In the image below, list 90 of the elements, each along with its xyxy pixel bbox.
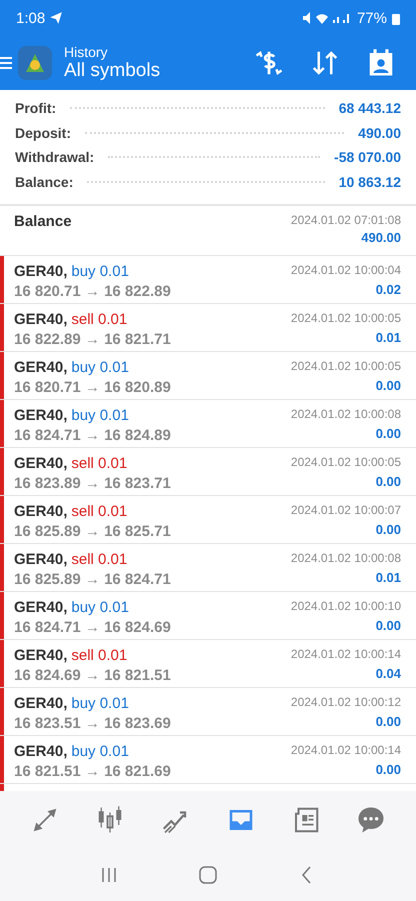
battery-icon <box>392 12 400 24</box>
trade-profit: 0.00 <box>376 474 401 489</box>
trade-row[interactable]: GER40, buy 0.01 16 824.71 → 16 824.69 2024.01.02 10:00:10 0.00 <box>0 592 416 640</box>
trade-volume: sell 0.01 <box>71 647 128 664</box>
trade-volume: buy 0.01 <box>71 263 129 280</box>
trade-row[interactable]: GER40, buy 0.01 16 820.71 → 16 820.89 2024.01.02 10:00:05 0.00 <box>0 352 416 400</box>
summary-label: Deposit: <box>15 124 71 141</box>
trade-symbol: GER40, <box>14 647 68 664</box>
trade-row[interactable]: GER40, buy 0.01 16 821.51 → 16 821.69 2024.01.02 10:00:14 0.00 <box>0 736 416 784</box>
sort-icon[interactable] <box>310 48 340 78</box>
trade-prices: 16 825.89 → 16 824.71 <box>14 571 171 588</box>
trade-time: 2024.01.02 10:00:05 <box>290 359 401 373</box>
summary-label: Profit: <box>15 100 56 116</box>
trade-profit: 0.01 <box>376 570 401 585</box>
trade-time: 2024.01.02 10:00:14 <box>290 647 401 661</box>
app-logo-icon <box>18 46 52 80</box>
trade-profit: 0.00 <box>376 522 401 537</box>
summary-value: -58 070.00 <box>334 149 401 166</box>
trade-volume: buy 0.01 <box>71 599 129 616</box>
trade-time: 2024.01.02 10:00:10 <box>290 599 401 613</box>
trade-symbol: GER40, <box>14 695 68 712</box>
summary-label: Balance: <box>15 174 74 190</box>
trade-profit: 0.00 <box>376 426 401 441</box>
trade-row[interactable]: GER40, buy 0.01 16 820.71 → 16 822.89 2024.01.02 10:00:04 0.02 <box>0 256 416 304</box>
trade-symbol: GER40, <box>14 263 68 280</box>
trade-volume: sell 0.01 <box>71 455 128 472</box>
trade-prices: 16 825.89 → 16 825.71 <box>14 523 171 540</box>
trade-profit: 0.02 <box>376 282 401 297</box>
summary-value: 68 443.12 <box>338 100 401 116</box>
trade-volume: buy 0.01 <box>71 695 129 712</box>
trade-symbol: GER40, <box>14 407 68 424</box>
trade-prices: 16 824.71 → 16 824.89 <box>14 427 171 444</box>
trade-time: 2024.01.02 10:00:08 <box>290 407 401 421</box>
trade-time: 2024.01.02 10:00:04 <box>290 263 401 277</box>
trade-time: 2024.01.02 10:00:05 <box>290 311 401 325</box>
signal-icons <box>302 11 352 25</box>
trade-row[interactable]: GER40, buy 0.01 16 823.51 → 16 823.69 2024.01.02 10:00:12 0.00 <box>0 688 416 736</box>
trade-volume: buy 0.01 <box>71 743 129 760</box>
trade-symbol: GER40, <box>14 311 68 328</box>
header-title: All symbols <box>64 60 162 82</box>
summary-value: 10 863.12 <box>338 174 401 190</box>
trade-prices: 16 824.69 → 16 821.51 <box>14 667 171 684</box>
send-icon <box>49 11 64 25</box>
trade-symbol: GER40, <box>14 743 68 760</box>
trade-volume: sell 0.01 <box>71 551 128 568</box>
entry-amount: 490.00 <box>361 230 401 245</box>
trade-row[interactable]: GER40, buy 0.01 16 824.71 → 16 824.89 2024.01.02 10:00:08 0.00 <box>0 400 416 448</box>
trade-prices: 16 823.51 → 16 823.69 <box>14 715 171 732</box>
menu-icon[interactable] <box>0 55 12 71</box>
trade-row[interactable]: GER40, sell 0.01 16 823.89 → 16 823.71 2024.01.02 10:00:05 0.00 <box>0 448 416 496</box>
trade-symbol: GER40, <box>14 551 68 568</box>
trade-volume: sell 0.01 <box>71 503 128 520</box>
trade-prices: 16 820.71 → 16 820.89 <box>14 379 171 396</box>
trade-row[interactable]: GER40, sell 0.01 16 825.89 → 16 825.71 2024.01.02 10:00:07 0.00 <box>0 496 416 544</box>
home-icon[interactable] <box>198 865 218 885</box>
trade-prices: 16 824.71 → 16 824.69 <box>14 619 171 636</box>
status-time: 1:08 <box>16 10 46 26</box>
trade-symbol: GER40, <box>14 359 68 376</box>
summary-value: 490.00 <box>358 124 401 141</box>
trade-row[interactable]: GER40, sell 0.01 16 825.89 → 16 824.71 2024.01.02 10:00:08 0.01 <box>0 544 416 592</box>
trade-profit: 0.00 <box>376 378 401 393</box>
trade-symbol: GER40, <box>14 599 68 616</box>
trade-symbol: GER40, <box>14 455 68 472</box>
trade-prices: 16 822.89 → 16 821.71 <box>14 331 171 348</box>
trade-prices: 16 821.51 → 16 821.69 <box>14 763 171 780</box>
trade-row[interactable]: GER40, sell 0.01 16 824.69 → 16 821.51 2024.01.02 10:00:14 0.04 <box>0 640 416 688</box>
trade-prices: 16 823.89 → 16 823.71 <box>14 475 171 492</box>
entry-time: 2024.01.02 07:01:08 <box>290 213 401 227</box>
trade-profit: 0.01 <box>376 330 401 345</box>
trade-row[interactable]: GER40, sell 0.01 16 822.89 → 16 821.71 2024.01.02 10:00:05 0.01 <box>0 304 416 352</box>
trade-profit: 0.04 <box>376 666 401 681</box>
battery-percent: 77% <box>356 10 387 26</box>
trade-profit: 0.00 <box>376 618 401 633</box>
trade-time: 2024.01.02 10:00:08 <box>290 551 401 565</box>
trade-time: 2024.01.02 10:00:14 <box>290 743 401 757</box>
chat-icon <box>356 805 386 835</box>
trade-prices: 16 820.71 → 16 822.89 <box>14 283 171 300</box>
dollar-exchange-icon[interactable] <box>254 48 284 78</box>
trade-volume: buy 0.01 <box>71 359 129 376</box>
trade-volume: sell 0.01 <box>71 311 128 328</box>
trade-time: 2024.01.02 10:00:05 <box>290 455 401 469</box>
trade-time: 2024.01.02 10:00:12 <box>290 695 401 709</box>
header-subtitle: History <box>64 44 109 60</box>
summary-label: Withdrawal: <box>15 149 94 166</box>
trade-profit: 0.00 <box>376 762 401 777</box>
trade-volume: buy 0.01 <box>71 407 129 424</box>
trade-symbol: GER40, <box>14 503 68 520</box>
entry-label: Balance <box>14 213 72 232</box>
trade-time: 2024.01.02 10:00:07 <box>290 503 401 517</box>
trade-profit: 0.00 <box>376 714 401 729</box>
